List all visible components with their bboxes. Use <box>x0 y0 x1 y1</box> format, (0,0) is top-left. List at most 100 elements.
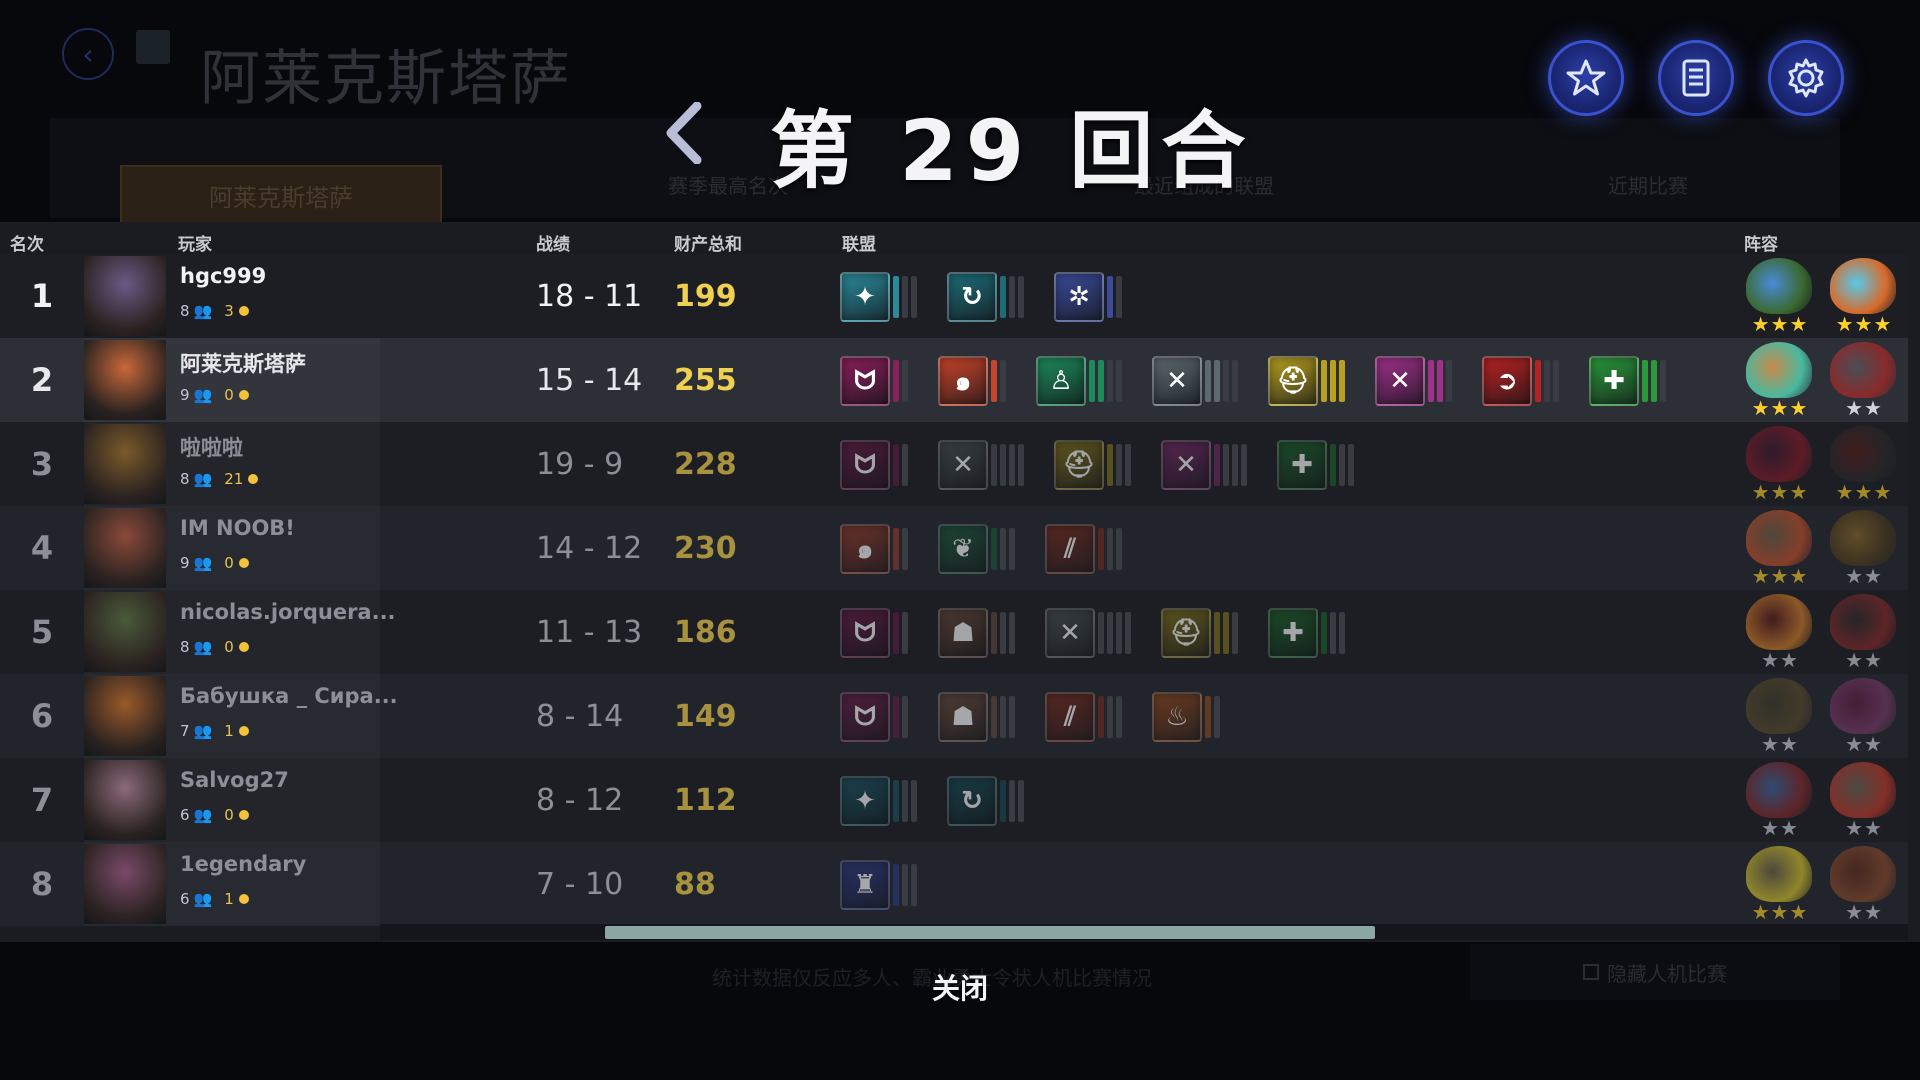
alliance-badge[interactable]: ♨ <box>1152 691 1220 743</box>
alliance-badge[interactable]: ✚ <box>1277 439 1354 491</box>
alliance-badge[interactable]: ✕ <box>1375 355 1452 407</box>
hero-unit[interactable]: ★★★ <box>1742 844 1818 924</box>
alliance-badge[interactable]: ⫽ <box>1045 523 1122 575</box>
player-name: nicolas.jorquera... <box>180 600 396 624</box>
alliance-list: ✦ ↻ <box>840 775 1024 827</box>
player-cell[interactable]: 1egendary 6 👥 1 <box>84 842 380 926</box>
alliance-badge[interactable]: ᗢ <box>840 607 908 659</box>
hero-unit[interactable]: ★★ <box>1826 676 1902 756</box>
hero-unit[interactable]: ★★★ <box>1742 424 1818 504</box>
player-cell[interactable]: 啦啦啦 8 👥 21 <box>84 422 380 506</box>
alliance-badge[interactable]: ⛑ <box>1268 355 1345 407</box>
alliance-badge[interactable]: ↻ <box>947 775 1024 827</box>
previous-round-button[interactable] <box>658 98 708 168</box>
hero-unit[interactable]: ★★ <box>1742 592 1818 672</box>
alliance-badge[interactable]: ➲ <box>1482 355 1559 407</box>
player-cell[interactable]: hgc999 8 👥 3 <box>84 254 380 338</box>
hero-unit[interactable]: ★★★ <box>1742 508 1818 588</box>
alliance-icon: ♙ <box>1036 356 1086 406</box>
alliance-pip <box>1000 612 1006 654</box>
hero-unit[interactable]: ★★★ <box>1826 424 1902 504</box>
alliance-badge[interactable]: ♜ <box>840 859 917 911</box>
hero-portrait <box>1830 510 1896 566</box>
alliance-badge[interactable]: ↻ <box>947 271 1024 323</box>
table-row[interactable]: 7 Salvog27 6 👥 0 8 - 12 112 ✦ ↻ ★★ ★★ <box>0 758 1908 842</box>
alliance-badge[interactable]: ❦ <box>938 523 1015 575</box>
star-level: ★★★ <box>1751 564 1809 588</box>
table-row[interactable]: 2 阿莱克斯塔萨 9 👥 0 15 - 14 255 ᗢ ๑ ♙ ✕ ⛑ ✕ ➲ … <box>0 338 1908 422</box>
match-log-button[interactable] <box>1658 40 1734 116</box>
alliance-badge[interactable]: ᗢ <box>840 439 908 491</box>
player-meta: 9 👥 0 <box>180 386 249 404</box>
player-cell[interactable]: IM NOOB! 9 👥 0 <box>84 506 380 590</box>
star-level: ★★★ <box>1751 900 1809 924</box>
table-row[interactable]: 8 1egendary 6 👥 1 7 - 10 88 ♜ ★★★ ★★ <box>0 842 1908 926</box>
alliance-badge[interactable]: ⛑ <box>1054 439 1131 491</box>
hero-unit[interactable]: ★★★ <box>1742 256 1818 336</box>
alliance-pip <box>1348 444 1354 486</box>
background-back-button: ‹ <box>62 28 114 80</box>
alliance-badge[interactable]: ᗢ <box>840 691 908 743</box>
rank-value: 6 <box>30 697 54 735</box>
star-level: ★★ <box>1845 816 1883 840</box>
settings-button[interactable] <box>1768 40 1844 116</box>
hero-unit[interactable]: ★★ <box>1826 844 1902 924</box>
chevron-left-icon <box>666 102 702 164</box>
player-cell[interactable]: 阿莱克斯塔萨 9 👥 0 <box>84 338 380 422</box>
alliance-badge[interactable]: ๑ <box>938 355 1006 407</box>
table-row[interactable]: 3 啦啦啦 8 👥 21 19 - 9 228 ᗢ ✕ ⛑ ✕ ✚ ★★★ ★★★ <box>0 422 1908 506</box>
alliance-badge[interactable]: ✦ <box>840 271 917 323</box>
alliance-badge[interactable]: ✲ <box>1054 271 1122 323</box>
star-level: ★★★ <box>1751 480 1809 504</box>
alliance-badge[interactable]: ๑ <box>840 523 908 575</box>
rank-value: 1 <box>30 277 54 315</box>
star-level: ★★ <box>1845 648 1883 672</box>
alliance-badge[interactable]: ☗ <box>938 607 1015 659</box>
star-level: ★★ <box>1761 732 1799 756</box>
alliance-icon: ᗢ <box>840 356 890 406</box>
alliance-pip <box>1116 612 1122 654</box>
alliance-icon: ✚ <box>1268 608 1318 658</box>
alliance-badge[interactable]: ✕ <box>1161 439 1247 491</box>
hero-unit[interactable]: ★★ <box>1826 340 1902 420</box>
table-row[interactable]: 5 nicolas.jorquera... 8 👥 0 11 - 13 186 ᗢ… <box>0 590 1908 674</box>
player-cell[interactable]: Бабушка _ Сира... 7 👥 1 <box>84 674 398 758</box>
hero-unit[interactable]: ★★ <box>1826 592 1902 672</box>
alliance-pip <box>893 612 899 654</box>
hero-unit[interactable]: ★★ <box>1826 508 1902 588</box>
hero-unit[interactable]: ★★★ <box>1826 256 1902 336</box>
table-row[interactable]: 6 Бабушка _ Сира... 7 👥 1 8 - 14 149 ᗢ ☗ … <box>0 674 1908 758</box>
alliance-icon: ✕ <box>938 440 988 490</box>
hero-unit[interactable]: ★★ <box>1742 760 1818 840</box>
favorites-button[interactable] <box>1548 40 1624 116</box>
hero-portrait <box>1746 762 1812 818</box>
hero-unit[interactable]: ★★★ <box>1742 340 1818 420</box>
alliance-badge[interactable]: ⫽ <box>1045 691 1122 743</box>
networth-value: 199 <box>674 278 737 314</box>
alliance-badge[interactable]: ☗ <box>938 691 1015 743</box>
player-cell[interactable]: nicolas.jorquera... 8 👥 0 <box>84 590 396 674</box>
player-cell[interactable]: Salvog27 6 👥 0 <box>84 758 380 842</box>
alliance-badge[interactable]: ✦ <box>840 775 917 827</box>
table-row[interactable]: 4 IM NOOB! 9 👥 0 14 - 12 230 ๑ ❦ ⫽ ★★★ ★★ <box>0 506 1908 590</box>
close-button[interactable]: 关闭 <box>900 964 1020 1014</box>
alliance-badge[interactable]: ᗢ <box>840 355 908 407</box>
people-icon: 👥 <box>193 638 213 656</box>
alliance-badge[interactable]: ✕ <box>938 439 1024 491</box>
alliance-badge[interactable]: ✕ <box>1045 607 1131 659</box>
alliance-badge[interactable]: ✚ <box>1268 607 1345 659</box>
alliance-badge[interactable]: ⛑ <box>1161 607 1238 659</box>
hero-unit[interactable]: ★★ <box>1742 676 1818 756</box>
alliance-pip <box>1330 360 1336 402</box>
star-level: ★★ <box>1761 648 1799 672</box>
alliance-badge[interactable]: ✚ <box>1589 355 1666 407</box>
networth-value: 255 <box>674 362 737 398</box>
table-row[interactable]: 1 hgc999 8 👥 3 18 - 11 199 ✦ ↻ ✲ ★★★ ★★★ <box>0 254 1908 338</box>
alliance-icon: ↻ <box>947 776 997 826</box>
star-level: ★★★ <box>1835 480 1893 504</box>
hero-unit[interactable]: ★★ <box>1826 760 1902 840</box>
gold-coin-icon <box>238 726 249 736</box>
scrollbar-thumb[interactable] <box>605 926 1375 939</box>
alliance-badge[interactable]: ✕ <box>1152 355 1238 407</box>
alliance-badge[interactable]: ♙ <box>1036 355 1122 407</box>
